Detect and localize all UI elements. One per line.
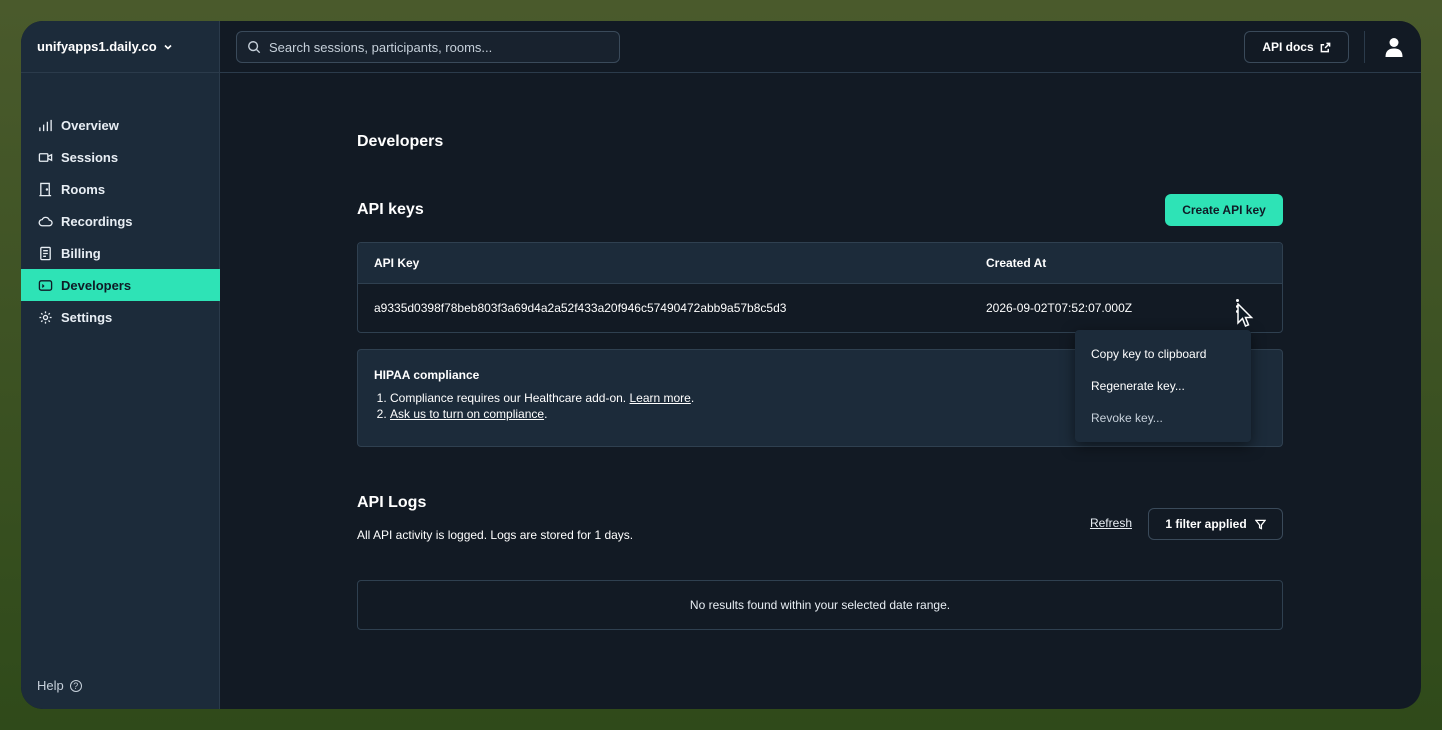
sidebar-item-label: Billing (61, 245, 101, 261)
sidebar-nav: Overview Sessions Rooms Recordings Billi… (21, 109, 220, 333)
api-keys-table: API Key Created At a9335d0398f78beb803f3… (357, 242, 1283, 333)
period: . (544, 407, 548, 421)
sidebar-item-label: Sessions (61, 149, 119, 165)
row-actions-menu: Copy key to clipboard Regenerate key... … (1075, 330, 1251, 442)
menu-item-revoke-key[interactable]: Revoke key... (1075, 402, 1251, 434)
top-bar: API docs (220, 21, 1421, 73)
chevron-down-icon (164, 44, 172, 50)
help-link[interactable]: Help ? (37, 678, 82, 693)
refresh-link[interactable]: Refresh (1090, 516, 1132, 530)
door-icon (37, 181, 53, 197)
sidebar-item-recordings[interactable]: Recordings (21, 205, 220, 237)
page-title: Developers (357, 133, 444, 150)
question-circle-icon: ? (69, 679, 82, 692)
terminal-icon (37, 277, 53, 293)
workspace-switcher[interactable]: unifyapps1.daily.co (21, 21, 219, 73)
sidebar-item-label: Overview (61, 117, 119, 133)
sidebar-item-overview[interactable]: Overview (21, 109, 220, 141)
api-docs-label: API docs (1262, 40, 1314, 54)
filter-label: 1 filter applied (1165, 517, 1247, 531)
sidebar: unifyapps1.daily.co Overview Sessions Ro… (21, 21, 220, 709)
sidebar-item-label: Developers (61, 277, 132, 293)
period: . (690, 391, 695, 405)
sidebar-item-sessions[interactable]: Sessions (21, 141, 220, 173)
api-logs-subtitle: All API activity is logged. Logs are sto… (357, 528, 634, 542)
column-header-api-key: API Key (374, 256, 420, 270)
sidebar-item-label: Rooms (61, 181, 106, 197)
receipt-icon (37, 245, 53, 261)
api-keys-title: API keys (357, 201, 424, 218)
table-row: a9335d0398f78beb803f3a69d4a2a52f433a20f9… (358, 284, 1282, 332)
sidebar-item-label: Recordings (61, 213, 133, 229)
sidebar-item-billing[interactable]: Billing (21, 237, 220, 269)
mouse-cursor-icon (1237, 303, 1254, 327)
external-link-icon (1320, 42, 1331, 52)
search-icon (248, 41, 261, 54)
menu-item-regenerate-key[interactable]: Regenerate key... (1075, 370, 1251, 402)
sidebar-item-label: Settings (61, 309, 113, 325)
hipaa-line1-text: Compliance requires our Healthcare add-o… (390, 391, 630, 405)
column-header-created-at: Created At (986, 256, 1047, 270)
gear-icon (37, 309, 53, 325)
created-at-value: 2026-09-02T07:52:07.000Z (986, 301, 1133, 315)
api-key-value: a9335d0398f78beb803f3a69d4a2a52f433a20f9… (374, 301, 787, 315)
learn-more-link[interactable]: Learn more (629, 391, 690, 405)
create-api-key-button[interactable]: Create API key (1165, 194, 1283, 226)
filter-icon (1254, 519, 1266, 530)
menu-item-copy-key[interactable]: Copy key to clipboard (1075, 338, 1251, 370)
table-header: API Key Created At (358, 243, 1282, 284)
video-camera-icon (37, 149, 53, 165)
bar-chart-icon (37, 117, 53, 133)
user-account-button[interactable] (1385, 37, 1403, 57)
api-logs-title: API Logs (357, 494, 427, 511)
search-box[interactable] (236, 31, 620, 63)
sidebar-item-settings[interactable]: Settings (21, 301, 220, 333)
api-docs-button[interactable]: API docs (1244, 31, 1349, 63)
ask-compliance-link[interactable]: Ask us to turn on compliance (390, 407, 544, 421)
app-window: unifyapps1.daily.co Overview Sessions Ro… (21, 21, 1421, 709)
help-label: Help (37, 678, 64, 693)
user-icon (1385, 38, 1403, 57)
topbar-divider (1364, 31, 1365, 63)
search-input[interactable] (269, 39, 609, 55)
cloud-icon (37, 213, 53, 229)
workspace-name: unifyapps1.daily.co (37, 39, 157, 54)
filter-button[interactable]: 1 filter applied (1148, 508, 1283, 540)
sidebar-item-developers[interactable]: Developers (21, 269, 220, 301)
empty-state: No results found within your selected da… (357, 580, 1283, 630)
sidebar-item-rooms[interactable]: Rooms (21, 173, 220, 205)
main-area: API docs Developers API keys Create API … (220, 21, 1421, 709)
